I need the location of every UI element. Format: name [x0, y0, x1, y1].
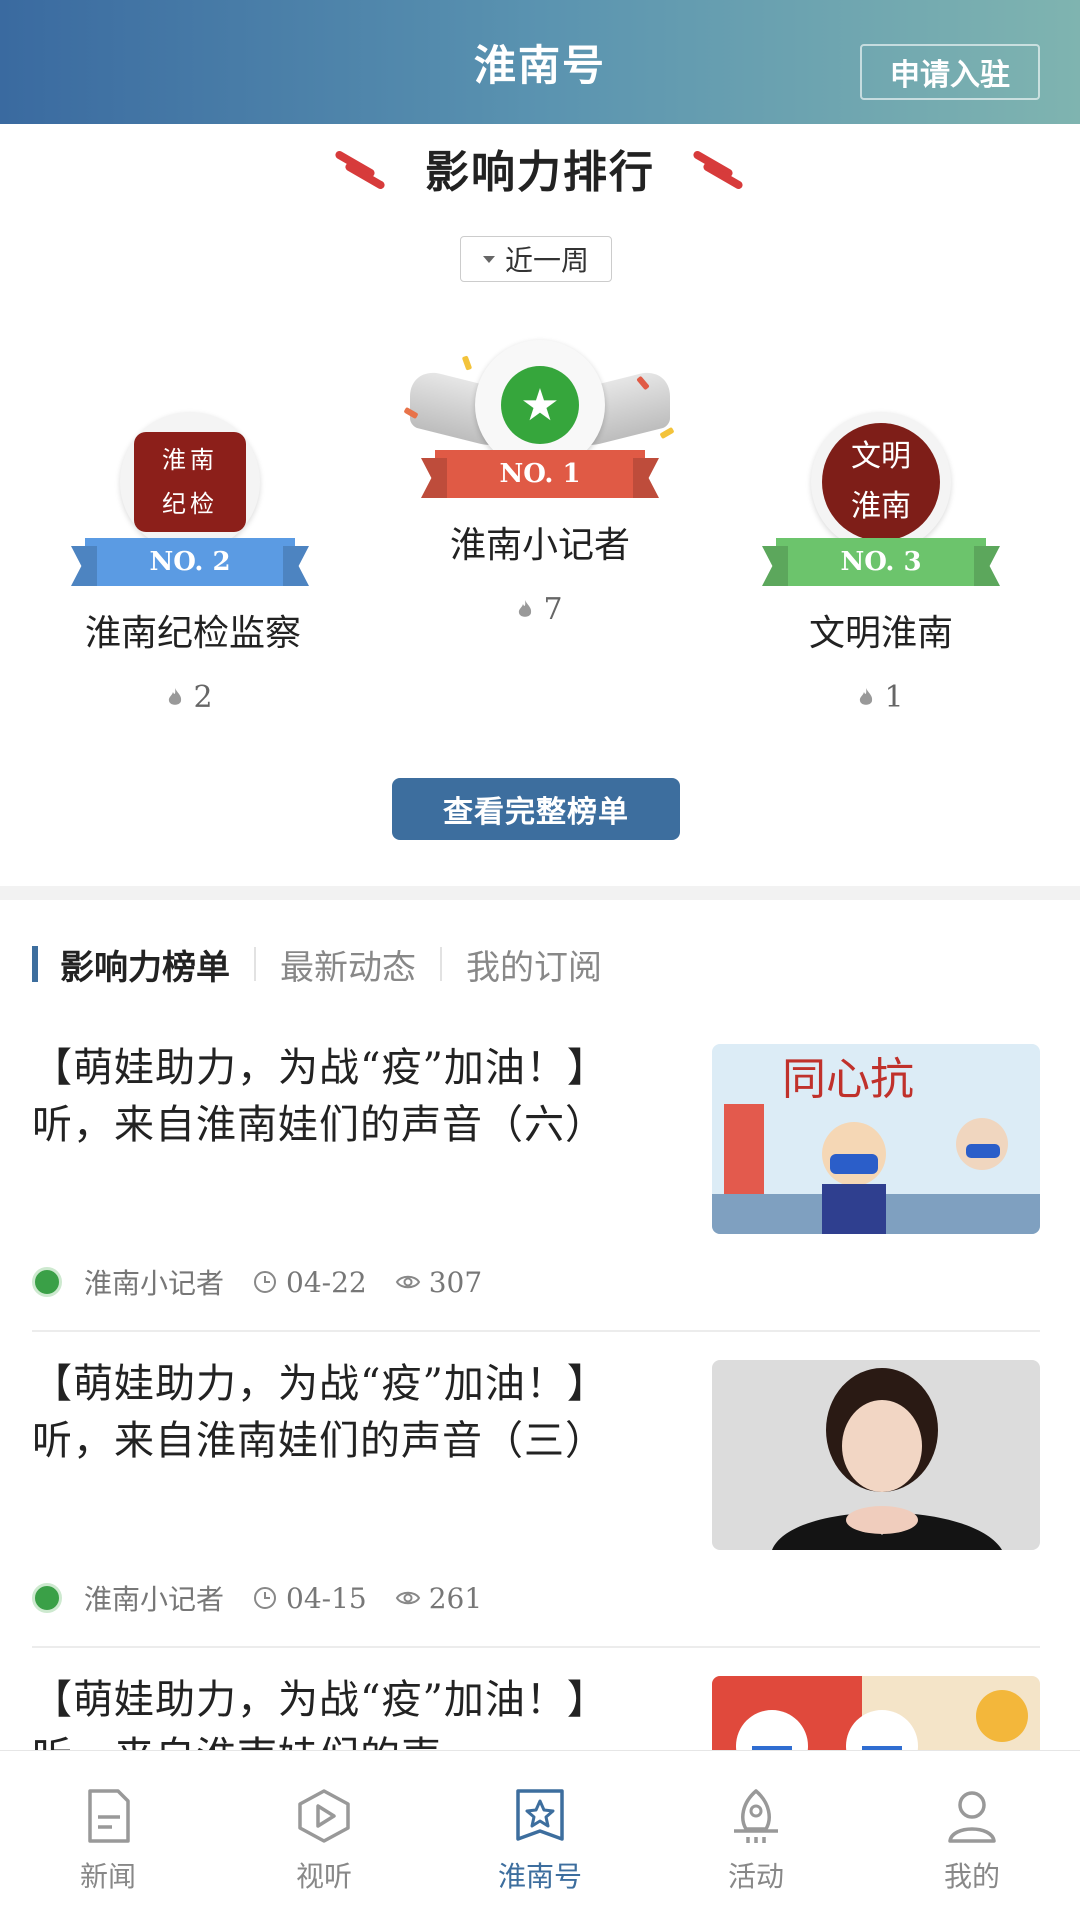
user-icon — [948, 1791, 996, 1843]
article-divider — [32, 1646, 1040, 1648]
section-divider — [0, 886, 1080, 900]
rocket-icon — [734, 1789, 778, 1843]
nav-news[interactable]: 新闻 — [28, 1787, 188, 1895]
view-count: 307 — [395, 1266, 482, 1299]
rank-ribbon: NO. 2 — [85, 538, 295, 586]
rank-name: 淮南小记者 — [449, 525, 630, 566]
star-bookmark-icon — [516, 1789, 564, 1841]
flame-icon — [860, 687, 873, 705]
rank-card-2[interactable]: 淮南 纪检 NO. 2 淮南纪检监察 2 — [85, 412, 302, 715]
article-thumbnail — [712, 1360, 1040, 1550]
tab-latest-updates[interactable]: 最新动态 — [280, 940, 416, 989]
seal-logo-icon: 淮南 纪检 — [134, 432, 246, 532]
rank-card-1[interactable]: ★ NO. 1 淮南小记者 7 — [390, 340, 690, 627]
eye-icon — [395, 1275, 420, 1289]
article-item[interactable]: 【萌娃助力，为战“疫”加油！】听，来自淮南娃们的声音（三） 淮南小记者 04-1… — [32, 1356, 1040, 1656]
rank-score: 1 — [776, 680, 986, 715]
nav-media[interactable]: 视听 — [244, 1787, 404, 1895]
ranking-heading: 影响力排行 — [0, 138, 1080, 198]
publish-date: 04-15 — [252, 1582, 367, 1615]
caret-down-icon — [482, 255, 495, 263]
article-meta: 淮南小记者 04-22 307 — [32, 1262, 510, 1302]
period-value: 近一周 — [504, 244, 589, 277]
rank-name: 淮南纪检监察 — [85, 613, 302, 654]
nav-profile[interactable]: 我的 — [892, 1787, 1052, 1895]
period-dropdown[interactable]: 近一周 — [460, 236, 612, 282]
app-header: 淮南号 申请入驻 — [0, 0, 1080, 124]
play-icon — [298, 1789, 350, 1843]
clock-icon — [254, 1587, 277, 1609]
article-title: 【萌娃助力，为战“疫”加油！】听，来自淮南娃们的声音（六） — [32, 1045, 608, 1148]
rank-name: 文明淮南 — [808, 613, 953, 654]
page-title: 淮南号 — [473, 40, 606, 90]
apply-join-button[interactable]: 申请入驻 — [860, 44, 1040, 100]
article-divider — [32, 1330, 1040, 1332]
author-avatar — [32, 1583, 62, 1613]
clock-icon — [254, 1271, 277, 1293]
author-name: 淮南小记者 — [84, 1267, 225, 1300]
bottom-navigation: 新闻 视听 淮南号 活动 我的 — [0, 1750, 1080, 1920]
article-meta: 淮南小记者 04-15 261 — [32, 1578, 510, 1618]
flame-icon — [519, 599, 532, 617]
flame-icon — [169, 687, 182, 705]
rank-ribbon: NO. 3 — [776, 538, 986, 586]
rank-card-3[interactable]: 文明 淮南 NO. 3 文明淮南 1 — [776, 412, 986, 715]
star-logo-icon: ★ — [501, 366, 579, 444]
ranking-podium: 淮南 纪检 NO. 2 淮南纪检监察 2 ★ NO. 1 淮南小记者 7 文明 … — [0, 340, 1080, 740]
article-item[interactable]: 【萌娃助力，为战“疫”加油！】听，来自淮南娃们的声 — [32, 1672, 1040, 1750]
rank-score: 7 — [390, 592, 690, 627]
svg-text:同心抗: 同心抗 — [782, 1054, 914, 1105]
article-title: 【萌娃助力，为战“疫”加油！】听，来自淮南娃们的声 — [32, 1677, 608, 1750]
tab-influence-list[interactable]: 影响力榜单 — [60, 940, 230, 989]
publish-date: 04-22 — [252, 1266, 367, 1299]
tab-my-subscriptions[interactable]: 我的订阅 — [466, 940, 602, 989]
article-thumbnail: 同心抗 — [712, 1044, 1040, 1234]
news-icon — [88, 1789, 130, 1843]
avatar: 淮南 纪检 — [120, 412, 260, 552]
nav-activities[interactable]: 活动 — [676, 1787, 836, 1895]
content-tabs: 影响力榜单 最新动态 我的订阅 — [32, 938, 602, 990]
article-item[interactable]: 【萌娃助力，为战“疫”加油！】听，来自淮南娃们的声音（六） 同心抗 淮南小记者 … — [32, 1040, 1040, 1340]
article-thumbnail — [712, 1676, 1040, 1750]
tab-separator — [254, 947, 256, 981]
view-full-list-button[interactable]: 查看完整榜单 — [392, 778, 680, 840]
rank-ribbon: NO. 1 — [435, 450, 645, 498]
author-name: 淮南小记者 — [84, 1583, 225, 1616]
seal-logo-icon: 文明 淮南 — [822, 423, 940, 541]
nav-huainan-hao[interactable]: 淮南号 — [460, 1787, 620, 1895]
eye-icon — [395, 1591, 420, 1605]
article-title: 【萌娃助力，为战“疫”加油！】听，来自淮南娃们的声音（三） — [32, 1361, 608, 1464]
decor-slash-icon — [691, 148, 747, 191]
decor-slash-icon — [333, 148, 389, 191]
rank-score: 2 — [85, 680, 295, 715]
author-avatar — [32, 1267, 62, 1297]
view-count: 261 — [395, 1582, 482, 1615]
ranking-title: 影响力排行 — [425, 147, 655, 198]
active-tab-indicator — [32, 946, 38, 982]
tab-separator — [440, 947, 442, 981]
avatar: 文明 淮南 — [811, 412, 951, 552]
